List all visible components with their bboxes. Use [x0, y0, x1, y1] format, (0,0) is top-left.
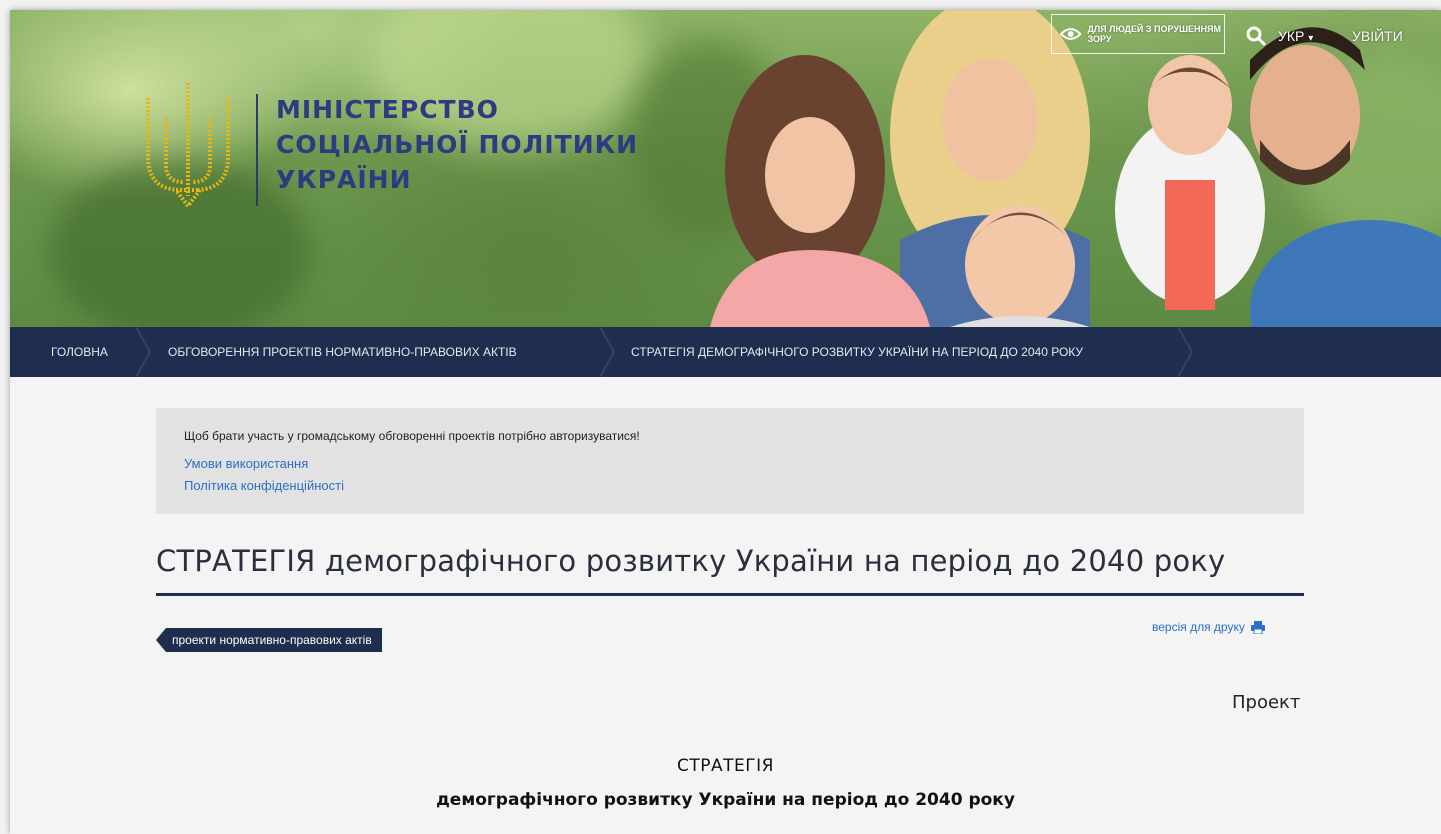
breadcrumb-discussions[interactable]: ОБГОВОРЕННЯ ПРОЕКТІВ НОРМАТИВНО-ПРАВОВИХ… — [168, 327, 517, 377]
header-banner: МІНІСТЕРСТВО СОЦІАЛЬНОЇ ПОЛІТИКИ УКРАЇНИ… — [10, 10, 1441, 327]
page-title: СТРАТЕГІЯ демографічного розвитку Україн… — [156, 544, 1226, 578]
ministry-line-3: УКРАЇНИ — [276, 165, 412, 194]
trident-emblem-icon — [146, 83, 230, 208]
title-divider — [156, 593, 1304, 596]
visually-impaired-button[interactable]: ДЛЯ ЛЮДЕЙ З ПОРУШЕННЯМ ЗОРУ — [1051, 14, 1225, 54]
print-version-label: версія для друку — [1152, 620, 1245, 634]
breadcrumb-home[interactable]: ГОЛОВНА — [51, 327, 108, 377]
category-tag-label: проекти нормативно-правових актів — [166, 628, 382, 652]
printer-icon — [1250, 620, 1265, 634]
visually-impaired-label: ДЛЯ ЛЮДЕЙ З ПОРУШЕННЯМ ЗОРУ — [1087, 24, 1222, 44]
document-status: Проект — [1232, 692, 1301, 713]
breadcrumb-separator — [1177, 327, 1194, 377]
browser-page: МІНІСТЕРСТВО СОЦІАЛЬНОЇ ПОЛІТИКИ УКРАЇНИ… — [10, 10, 1441, 834]
breadcrumb-separator — [135, 327, 152, 377]
breadcrumb-separator — [599, 327, 616, 377]
brand-divider — [256, 94, 258, 206]
eye-icon — [1060, 28, 1082, 40]
tag-notch — [156, 628, 166, 652]
document-heading: СТРАТЕГІЯ — [677, 756, 774, 776]
breadcrumb: ГОЛОВНА ОБГОВОРЕННЯ ПРОЕКТІВ НОРМАТИВНО-… — [10, 327, 1441, 377]
print-version-link[interactable]: версія для друку — [1152, 620, 1265, 634]
ministry-logo-text[interactable]: МІНІСТЕРСТВО СОЦІАЛЬНОЇ ПОЛІТИКИ УКРАЇНИ — [276, 92, 638, 197]
search-icon[interactable] — [1246, 26, 1266, 46]
ministry-line-2: СОЦІАЛЬНОЇ ПОЛІТИКИ — [276, 130, 639, 159]
language-label: УКР — [1278, 28, 1305, 44]
caret-down-icon: ▾ — [1308, 33, 1314, 44]
ministry-line-1: МІНІСТЕРСТВО — [276, 95, 499, 124]
breadcrumb-current[interactable]: СТРАТЕГІЯ ДЕМОГРАФІЧНОГО РОЗВИТКУ УКРАЇН… — [631, 327, 1083, 377]
document-subheading: демографічного розвитку України на періо… — [436, 790, 1015, 810]
category-tag[interactable]: проекти нормативно-правових актів — [156, 628, 382, 652]
terms-link[interactable]: Умови використання — [184, 456, 308, 471]
auth-notice: Щоб брати участь у громадському обговоре… — [156, 408, 1304, 514]
privacy-link[interactable]: Політика конфіденційності — [184, 478, 344, 493]
login-link[interactable]: УВІЙТИ — [1352, 28, 1403, 44]
family-photo — [710, 10, 1441, 327]
auth-notice-message: Щоб брати участь у громадському обговоре… — [184, 429, 640, 443]
language-selector[interactable]: УКР ▾ — [1278, 28, 1313, 44]
